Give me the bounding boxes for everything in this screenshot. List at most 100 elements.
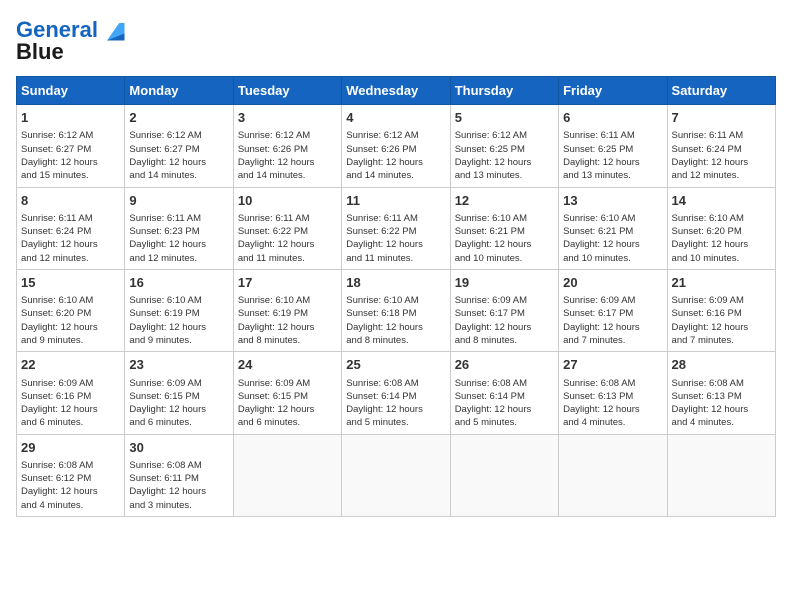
day-header-friday: Friday bbox=[559, 77, 667, 105]
day-number: 29 bbox=[21, 439, 120, 457]
calendar-cell bbox=[342, 434, 450, 516]
calendar-cell bbox=[450, 434, 558, 516]
day-number: 22 bbox=[21, 356, 120, 374]
calendar-cell: 11 Sunrise: 6:11 AM Sunset: 6:22 PM Dayli… bbox=[342, 187, 450, 269]
cell-details: Sunrise: 6:10 AM Sunset: 6:20 PM Dayligh… bbox=[672, 212, 771, 265]
day-number: 2 bbox=[129, 109, 228, 127]
cell-details: Sunrise: 6:10 AM Sunset: 6:20 PM Dayligh… bbox=[21, 294, 120, 347]
cell-details: Sunrise: 6:09 AM Sunset: 6:17 PM Dayligh… bbox=[563, 294, 662, 347]
cell-details: Sunrise: 6:11 AM Sunset: 6:22 PM Dayligh… bbox=[346, 212, 445, 265]
calendar-table: SundayMondayTuesdayWednesdayThursdayFrid… bbox=[16, 76, 776, 517]
calendar-cell: 1 Sunrise: 6:12 AM Sunset: 6:27 PM Daylig… bbox=[17, 105, 125, 187]
calendar-cell: 21 Sunrise: 6:09 AM Sunset: 6:16 PM Dayli… bbox=[667, 269, 775, 351]
calendar-cell: 16 Sunrise: 6:10 AM Sunset: 6:19 PM Dayli… bbox=[125, 269, 233, 351]
cell-details: Sunrise: 6:11 AM Sunset: 6:23 PM Dayligh… bbox=[129, 212, 228, 265]
calendar-cell: 10 Sunrise: 6:11 AM Sunset: 6:22 PM Dayli… bbox=[233, 187, 341, 269]
calendar-cell: 18 Sunrise: 6:10 AM Sunset: 6:18 PM Dayli… bbox=[342, 269, 450, 351]
calendar-week-3: 22 Sunrise: 6:09 AM Sunset: 6:16 PM Dayli… bbox=[17, 352, 776, 434]
calendar-cell: 8 Sunrise: 6:11 AM Sunset: 6:24 PM Daylig… bbox=[17, 187, 125, 269]
cell-details: Sunrise: 6:08 AM Sunset: 6:14 PM Dayligh… bbox=[346, 377, 445, 430]
day-number: 6 bbox=[563, 109, 662, 127]
cell-details: Sunrise: 6:09 AM Sunset: 6:16 PM Dayligh… bbox=[21, 377, 120, 430]
calendar-cell bbox=[233, 434, 341, 516]
cell-details: Sunrise: 6:10 AM Sunset: 6:21 PM Dayligh… bbox=[563, 212, 662, 265]
calendar-cell: 5Sunrise: 6:12 AM Sunset: 6:25 PM Daylig… bbox=[450, 105, 558, 187]
day-number: 21 bbox=[672, 274, 771, 292]
cell-details: Sunrise: 6:09 AM Sunset: 6:16 PM Dayligh… bbox=[672, 294, 771, 347]
cell-details: Sunrise: 6:10 AM Sunset: 6:18 PM Dayligh… bbox=[346, 294, 445, 347]
day-number: 25 bbox=[346, 356, 445, 374]
calendar-cell: 17 Sunrise: 6:10 AM Sunset: 6:19 PM Dayli… bbox=[233, 269, 341, 351]
day-number: 14 bbox=[672, 192, 771, 210]
day-number: 20 bbox=[563, 274, 662, 292]
day-number: 17 bbox=[238, 274, 337, 292]
cell-details: Sunrise: 6:08 AM Sunset: 6:13 PM Dayligh… bbox=[563, 377, 662, 430]
calendar-cell bbox=[559, 434, 667, 516]
calendar-cell: 7 Sunrise: 6:11 AM Sunset: 6:24 PM Daylig… bbox=[667, 105, 775, 187]
calendar-cell: 29 Sunrise: 6:08 AM Sunset: 6:12 PM Dayli… bbox=[17, 434, 125, 516]
calendar-cell: 24Sunrise: 6:09 AM Sunset: 6:15 PM Dayli… bbox=[233, 352, 341, 434]
day-number: 15 bbox=[21, 274, 120, 292]
day-number: 19 bbox=[455, 274, 554, 292]
cell-details: Sunrise: 6:11 AM Sunset: 6:25 PM Dayligh… bbox=[563, 129, 662, 182]
cell-details: Sunrise: 6:11 AM Sunset: 6:22 PM Dayligh… bbox=[238, 212, 337, 265]
cell-details: Sunrise: 6:08 AM Sunset: 6:11 PM Dayligh… bbox=[129, 459, 228, 512]
day-number: 3 bbox=[238, 109, 337, 127]
logo: General Blue bbox=[16, 16, 128, 64]
day-number: 24 bbox=[238, 356, 337, 374]
logo-subtext: Blue bbox=[16, 39, 64, 64]
calendar-cell: 3 Sunrise: 6:12 AM Sunset: 6:26 PM Daylig… bbox=[233, 105, 341, 187]
day-number: 23 bbox=[129, 356, 228, 374]
calendar-cell: 27 Sunrise: 6:08 AM Sunset: 6:13 PM Dayli… bbox=[559, 352, 667, 434]
calendar-cell: 22 Sunrise: 6:09 AM Sunset: 6:16 PM Dayli… bbox=[17, 352, 125, 434]
calendar-cell bbox=[667, 434, 775, 516]
cell-details: Sunrise: 6:10 AM Sunset: 6:19 PM Dayligh… bbox=[129, 294, 228, 347]
day-number: 11 bbox=[346, 192, 445, 210]
day-number: 30 bbox=[129, 439, 228, 457]
calendar-week-2: 15 Sunrise: 6:10 AM Sunset: 6:20 PM Dayli… bbox=[17, 269, 776, 351]
calendar-cell: 9 Sunrise: 6:11 AM Sunset: 6:23 PM Daylig… bbox=[125, 187, 233, 269]
day-header-thursday: Thursday bbox=[450, 77, 558, 105]
cell-details: Sunrise: 6:09 AM Sunset: 6:17 PM Dayligh… bbox=[455, 294, 554, 347]
day-number: 18 bbox=[346, 274, 445, 292]
cell-details: Sunrise: 6:12 AM Sunset: 6:27 PM Dayligh… bbox=[129, 129, 228, 182]
calendar-cell: 12Sunrise: 6:10 AM Sunset: 6:21 PM Dayli… bbox=[450, 187, 558, 269]
cell-details: Sunrise: 6:10 AM Sunset: 6:21 PM Dayligh… bbox=[455, 212, 554, 265]
logo-icon bbox=[100, 16, 128, 44]
page-header: General Blue bbox=[16, 16, 776, 64]
day-number: 26 bbox=[455, 356, 554, 374]
day-number: 5 bbox=[455, 109, 554, 127]
cell-details: Sunrise: 6:08 AM Sunset: 6:12 PM Dayligh… bbox=[21, 459, 120, 512]
calendar-cell: 28Sunrise: 6:08 AM Sunset: 6:13 PM Dayli… bbox=[667, 352, 775, 434]
cell-details: Sunrise: 6:11 AM Sunset: 6:24 PM Dayligh… bbox=[672, 129, 771, 182]
day-number: 16 bbox=[129, 274, 228, 292]
calendar-cell: 23 Sunrise: 6:09 AM Sunset: 6:15 PM Dayli… bbox=[125, 352, 233, 434]
day-number: 10 bbox=[238, 192, 337, 210]
day-number: 4 bbox=[346, 109, 445, 127]
calendar-cell: 19 Sunrise: 6:09 AM Sunset: 6:17 PM Dayli… bbox=[450, 269, 558, 351]
cell-details: Sunrise: 6:12 AM Sunset: 6:26 PM Dayligh… bbox=[238, 129, 337, 182]
calendar-week-1: 8 Sunrise: 6:11 AM Sunset: 6:24 PM Daylig… bbox=[17, 187, 776, 269]
calendar-cell: 26Sunrise: 6:08 AM Sunset: 6:14 PM Dayli… bbox=[450, 352, 558, 434]
day-header-tuesday: Tuesday bbox=[233, 77, 341, 105]
calendar-cell: 25 Sunrise: 6:08 AM Sunset: 6:14 PM Dayli… bbox=[342, 352, 450, 434]
day-header-wednesday: Wednesday bbox=[342, 77, 450, 105]
day-header-monday: Monday bbox=[125, 77, 233, 105]
day-number: 7 bbox=[672, 109, 771, 127]
cell-details: Sunrise: 6:08 AM Sunset: 6:13 PM Dayligh… bbox=[672, 377, 771, 430]
day-number: 1 bbox=[21, 109, 120, 127]
calendar-cell: 13Sunrise: 6:10 AM Sunset: 6:21 PM Dayli… bbox=[559, 187, 667, 269]
cell-details: Sunrise: 6:11 AM Sunset: 6:24 PM Dayligh… bbox=[21, 212, 120, 265]
day-number: 9 bbox=[129, 192, 228, 210]
calendar-cell: 20 Sunrise: 6:09 AM Sunset: 6:17 PM Dayli… bbox=[559, 269, 667, 351]
calendar-cell: 6 Sunrise: 6:11 AM Sunset: 6:25 PM Daylig… bbox=[559, 105, 667, 187]
cell-details: Sunrise: 6:10 AM Sunset: 6:19 PM Dayligh… bbox=[238, 294, 337, 347]
cell-details: Sunrise: 6:09 AM Sunset: 6:15 PM Dayligh… bbox=[129, 377, 228, 430]
calendar-cell: 30 Sunrise: 6:08 AM Sunset: 6:11 PM Dayli… bbox=[125, 434, 233, 516]
calendar-cell: 14 Sunrise: 6:10 AM Sunset: 6:20 PM Dayli… bbox=[667, 187, 775, 269]
cell-details: Sunrise: 6:12 AM Sunset: 6:27 PM Dayligh… bbox=[21, 129, 120, 182]
day-number: 27 bbox=[563, 356, 662, 374]
day-number: 8 bbox=[21, 192, 120, 210]
calendar-cell: 15 Sunrise: 6:10 AM Sunset: 6:20 PM Dayli… bbox=[17, 269, 125, 351]
calendar-cell: 2 Sunrise: 6:12 AM Sunset: 6:27 PM Daylig… bbox=[125, 105, 233, 187]
